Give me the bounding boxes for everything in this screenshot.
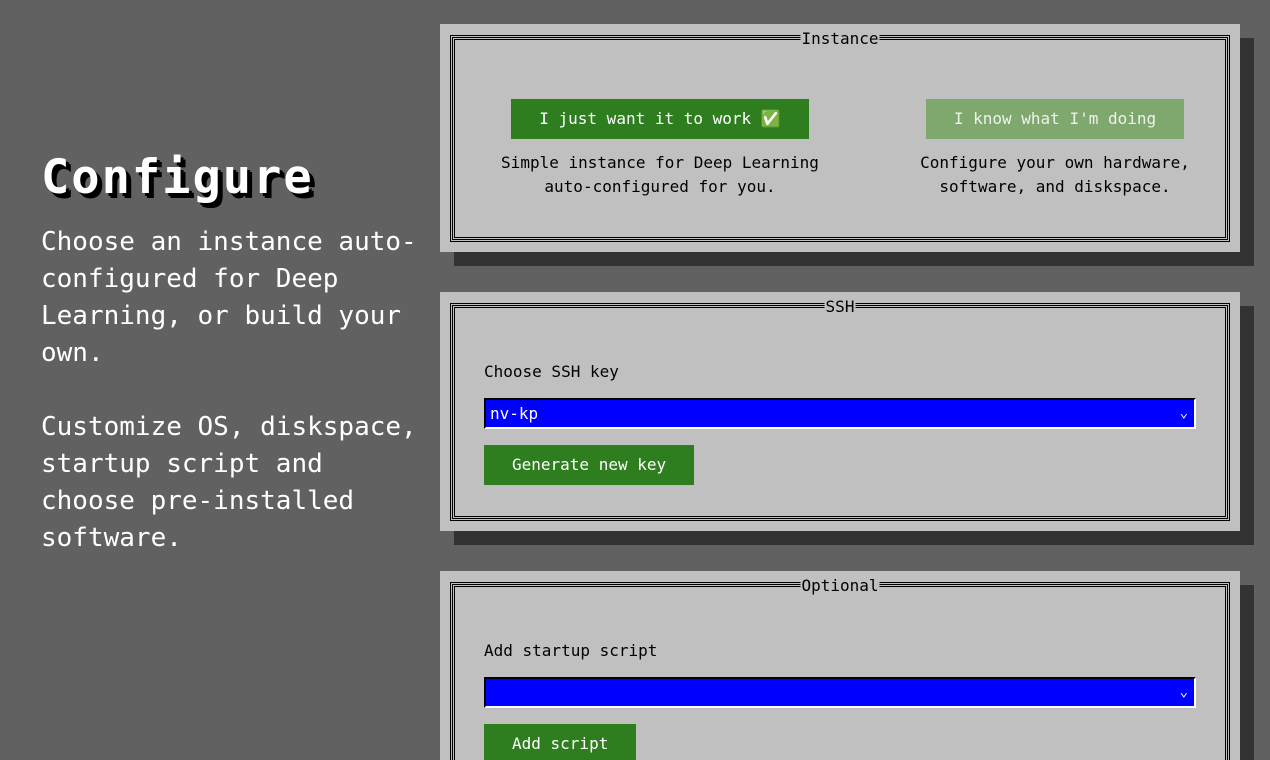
instance-panel: Instance I just want it to work ✅ Simple…: [440, 24, 1240, 252]
custom-instance-description: Configure your own hardware, software, a…: [920, 153, 1190, 196]
page-title: Configure: [41, 150, 314, 205]
instance-fieldset: Instance I just want it to work ✅ Simple…: [450, 30, 1230, 242]
ssh-panel: SSH Choose SSH key nv-kp ⌄ Generate new …: [440, 292, 1240, 531]
intro-column: Configure Choose an instance auto-config…: [41, 150, 421, 594]
intro-paragraph-2: Customize OS, diskspace, startup script …: [41, 412, 417, 553]
chevron-down-icon: ⌄: [1179, 684, 1188, 700]
just-work-button[interactable]: I just want it to work ✅: [511, 99, 809, 139]
startup-script-label: Add startup script: [484, 641, 658, 660]
optional-legend: Optional: [800, 576, 880, 595]
simple-instance-option: I just want it to work ✅ Simple instance…: [495, 99, 825, 199]
intro-paragraph-1: Choose an instance auto-configured for D…: [41, 227, 417, 368]
startup-script-select[interactable]: ⌄: [484, 677, 1196, 708]
optional-panel: Optional Add startup script ⌄ Add script: [440, 571, 1240, 760]
optional-fieldset: Optional Add startup script ⌄ Add script: [450, 577, 1230, 760]
ssh-key-selected-value: nv-kp: [490, 404, 539, 423]
simple-instance-description: Simple instance for Deep Learning auto-c…: [501, 153, 819, 196]
ssh-legend: SSH: [824, 297, 856, 316]
add-script-button[interactable]: Add script: [484, 724, 637, 760]
chevron-down-icon: ⌄: [1179, 405, 1188, 421]
ssh-fieldset: SSH Choose SSH key nv-kp ⌄ Generate new …: [450, 298, 1230, 521]
configure-page: Configure Choose an instance auto-config…: [0, 0, 1270, 760]
ssh-key-label: Choose SSH key: [484, 362, 619, 381]
ssh-key-select[interactable]: nv-kp ⌄: [484, 398, 1196, 429]
generate-key-button[interactable]: Generate new key: [484, 445, 695, 485]
custom-instance-option: I know what I'm doing Configure your own…: [885, 99, 1225, 199]
know-what-doing-button[interactable]: I know what I'm doing: [925, 99, 1185, 139]
instance-legend: Instance: [800, 29, 880, 48]
